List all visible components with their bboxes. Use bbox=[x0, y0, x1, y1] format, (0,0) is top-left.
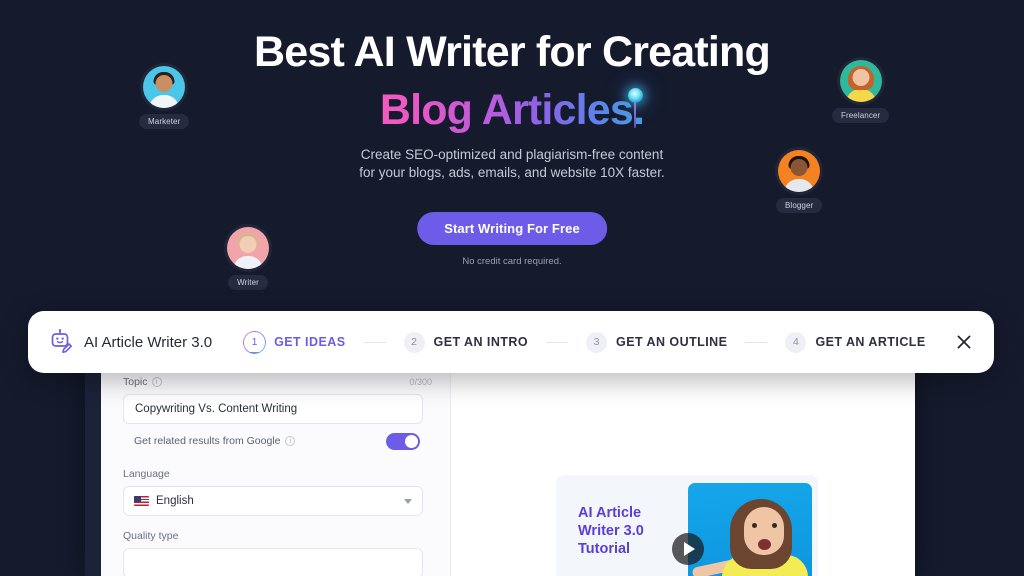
avatar bbox=[839, 60, 882, 102]
tutorial-title-line3: Tutorial bbox=[578, 541, 631, 558]
wizard-step-get-ideas[interactable]: 1 GET IDEAS bbox=[244, 331, 346, 353]
avatar-label: Marketer bbox=[139, 114, 190, 129]
step-label: GET IDEAS bbox=[274, 335, 346, 349]
google-results-switch[interactable] bbox=[386, 432, 420, 450]
thumbnail-eye-left bbox=[752, 523, 757, 528]
avatar bbox=[143, 66, 186, 108]
tutorial-video-card[interactable]: AI Article Writer 3.0 Tutorial bbox=[556, 475, 818, 576]
hero-section: Best AI Writer for Creating Blog Article… bbox=[0, 0, 1024, 310]
close-icon[interactable] bbox=[952, 330, 976, 354]
no-credit-card-note: No credit card required. bbox=[462, 256, 562, 267]
wizard-step-get-an-outline[interactable]: 3 GET AN OUTLINE bbox=[586, 331, 728, 353]
ideas-form-panel: Topic i 0/300 Get related results from G… bbox=[101, 360, 451, 576]
step-separator bbox=[745, 341, 768, 343]
app-window: Topic i 0/300 Get related results from G… bbox=[85, 360, 915, 576]
hero-subtitle-line1: Create SEO-optimized and plagiarism-free… bbox=[360, 147, 664, 162]
app-sidebar[interactable] bbox=[85, 360, 101, 576]
avatar-chip-blogger: Blogger bbox=[776, 150, 823, 213]
language-label: Language bbox=[123, 468, 170, 480]
play-icon[interactable] bbox=[672, 533, 704, 565]
google-toggle-label: Get related results from Google i bbox=[134, 435, 296, 447]
step-separator bbox=[363, 341, 386, 343]
thumbnail-mouth bbox=[758, 539, 771, 550]
avatar-label: Blogger bbox=[776, 198, 823, 213]
step-label: GET AN OUTLINE bbox=[616, 335, 728, 349]
step-number: 3 bbox=[586, 331, 608, 353]
google-toggle-label-text: Get related results from Google bbox=[134, 435, 281, 447]
topic-label: Topic i bbox=[123, 376, 162, 388]
chevron-down-icon bbox=[404, 498, 412, 504]
brand-name: AI Article Writer 3.0 bbox=[84, 333, 213, 351]
avatar-label: Writer bbox=[228, 275, 268, 290]
app-body: Topic i 0/300 Get related results from G… bbox=[101, 360, 915, 576]
hero-subtitle-line2: for your blogs, ads, emails, and website… bbox=[359, 164, 665, 180]
avatar-chip-writer: Writer bbox=[227, 227, 269, 290]
avatar-label: Freelancer bbox=[832, 108, 890, 123]
us-flag-icon bbox=[134, 496, 149, 506]
google-results-toggle-row: Get related results from Google i bbox=[123, 428, 423, 454]
step-separator bbox=[546, 341, 569, 343]
language-field: Language English bbox=[123, 468, 432, 516]
avatar bbox=[778, 150, 821, 192]
tutorial-video-title: AI Article Writer 3.0 Tutorial bbox=[556, 504, 684, 558]
quality-type-select[interactable] bbox=[123, 548, 423, 576]
step-number: 1 bbox=[244, 331, 266, 353]
hero-subtitle: Create SEO-optimized and plagiarism-free… bbox=[0, 146, 1024, 182]
topic-input[interactable] bbox=[123, 394, 423, 424]
avatar-chip-freelancer: Freelancer bbox=[832, 60, 890, 123]
start-writing-button[interactable]: Start Writing For Free bbox=[417, 212, 607, 245]
topic-label-text: Topic bbox=[123, 376, 148, 388]
info-icon[interactable]: i bbox=[285, 436, 296, 446]
brand: AI Article Writer 3.0 bbox=[48, 327, 212, 358]
step-number: 4 bbox=[785, 331, 807, 353]
robot-pencil-icon bbox=[48, 327, 74, 358]
avatar bbox=[227, 227, 269, 269]
wizard-step-get-an-article[interactable]: 4 GET AN ARTICLE bbox=[785, 331, 926, 353]
step-label: GET AN ARTICLE bbox=[815, 335, 926, 349]
language-select[interactable]: English bbox=[123, 486, 423, 516]
quality-type-field: Quality type bbox=[123, 530, 432, 576]
language-value: English bbox=[156, 495, 194, 507]
thumbnail-eye-right bbox=[772, 523, 777, 528]
cursor-caret-icon bbox=[634, 101, 636, 128]
topic-char-counter: 0/300 bbox=[409, 377, 432, 387]
tutorial-video-thumbnail bbox=[688, 483, 812, 576]
tutorial-title-line2: Writer 3.0 bbox=[578, 522, 644, 539]
switch-knob bbox=[405, 434, 418, 448]
wizard-step-get-an-intro[interactable]: 2 GET AN INTRO bbox=[403, 331, 529, 353]
preview-panel: AI Article Writer 3.0 Tutorial bbox=[451, 360, 915, 576]
tutorial-title-line1: AI Article bbox=[578, 504, 642, 521]
info-icon[interactable]: i bbox=[151, 377, 162, 387]
step-number: 2 bbox=[403, 331, 425, 353]
wizard-steps: 1 GET IDEAS 2 GET AN INTRO 3 GET AN OUTL… bbox=[244, 331, 926, 353]
page-title-accent: Blog Articles. bbox=[379, 86, 645, 134]
quality-type-label: Quality type bbox=[123, 530, 179, 542]
topic-label-row: Topic i 0/300 bbox=[123, 376, 432, 388]
avatar-chip-marketer: Marketer bbox=[139, 66, 190, 129]
page-root: Best AI Writer for Creating Blog Article… bbox=[0, 0, 1024, 576]
step-label: GET AN INTRO bbox=[433, 335, 529, 349]
wizard-toolbar: AI Article Writer 3.0 1 GET IDEAS 2 GET … bbox=[28, 311, 994, 373]
